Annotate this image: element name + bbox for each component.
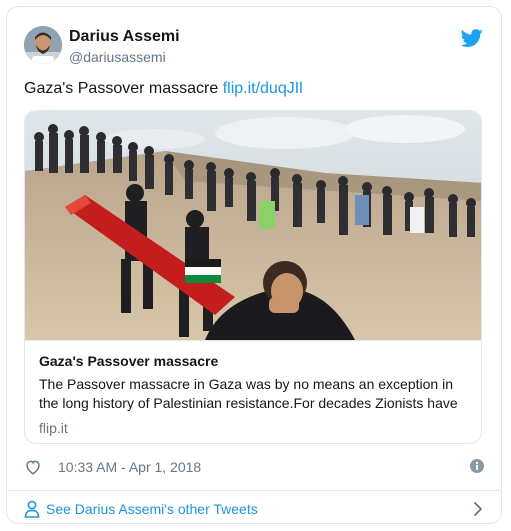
link-card[interactable]: Gaza's Passover massacre The Passover ma… (24, 110, 482, 444)
card-image[interactable] (25, 111, 481, 340)
chevron-right-icon[interactable] (472, 501, 484, 517)
see-other-tweets-label[interactable]: See Darius Assemi's other Tweets (46, 501, 258, 517)
tweet-meta: 10:33 AM - Apr 1, 2018 (24, 457, 484, 477)
info-icon[interactable] (470, 459, 484, 473)
card-description: The Passover massacre in Gaza was by no … (39, 376, 458, 411)
heart-icon[interactable] (24, 458, 42, 476)
card-domain: flip.it (39, 420, 68, 436)
person-icon (24, 500, 40, 518)
card-body[interactable]: Gaza's Passover massacre The Passover ma… (25, 340, 481, 443)
tweet-text: Gaza's Passover massacre flip.it/duqJIl (24, 80, 303, 98)
divider (7, 490, 501, 491)
avatar[interactable] (24, 26, 62, 64)
tweet-text-body: Gaza's Passover massacre (24, 80, 219, 97)
embedded-tweet: Darius Assemi @dariusassemi Gaza's Passo… (6, 6, 502, 524)
twitter-bird-icon[interactable] (460, 27, 483, 49)
author-handle[interactable]: @dariusassemi (69, 49, 166, 65)
card-title[interactable]: Gaza's Passover massacre (39, 353, 218, 369)
see-other-tweets-link[interactable]: See Darius Assemi's other Tweets (24, 499, 484, 519)
tweet-link[interactable]: flip.it/duqJIl (223, 80, 303, 97)
author-name[interactable]: Darius Assemi (69, 28, 180, 46)
timestamp[interactable]: 10:33 AM - Apr 1, 2018 (58, 459, 201, 475)
